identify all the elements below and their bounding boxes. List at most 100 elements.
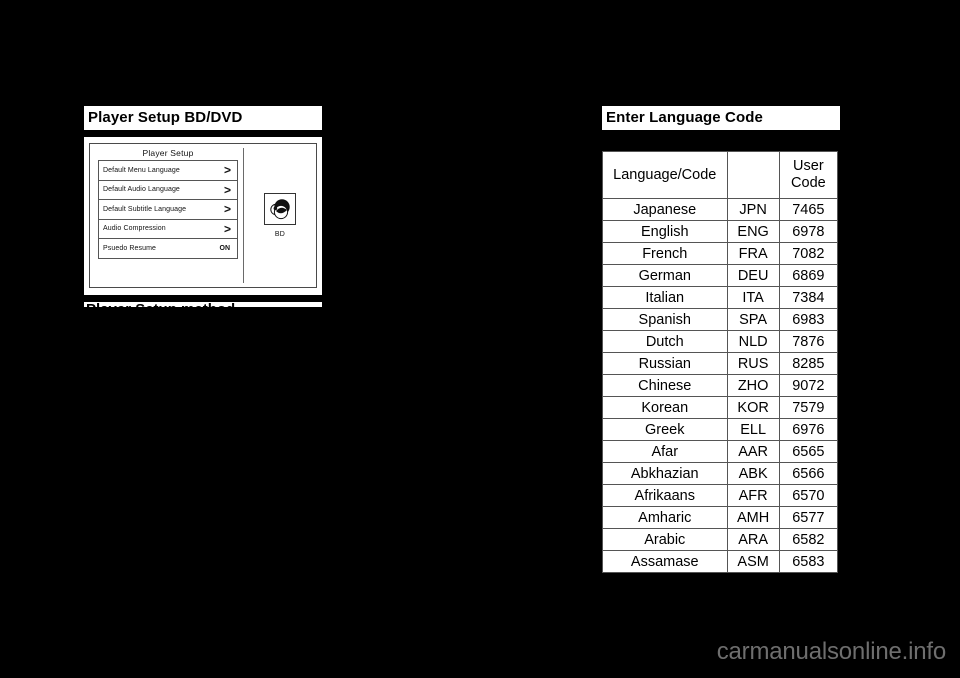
language-code-table: Language/Code User Code Japanese JPN 746… xyxy=(602,151,839,573)
cell-abbreviation: FRA xyxy=(726,242,780,265)
column-header-user-code: User Code xyxy=(778,151,839,199)
language-code-table-wrap: Language/Code User Code Japanese JPN 746… xyxy=(602,151,839,573)
chevron-right-icon: > xyxy=(223,163,231,178)
cell-user-code: 6978 xyxy=(778,220,839,243)
cell-abbreviation: ABK xyxy=(726,462,780,485)
table-row: Russian RUS 8285 xyxy=(602,352,839,375)
cell-abbreviation: ENG xyxy=(726,220,780,243)
cell-language: Greek xyxy=(602,418,728,441)
menu-item-label: Default Menu Language xyxy=(103,166,180,174)
chevron-right-icon: > xyxy=(223,182,231,197)
table-row: Korean KOR 7579 xyxy=(602,396,839,419)
cell-abbreviation: ARA xyxy=(726,528,780,551)
cell-user-code: 6577 xyxy=(778,506,839,529)
cell-user-code: 6582 xyxy=(778,528,839,551)
cell-abbreviation: ELL xyxy=(726,418,780,441)
table-row: German DEU 6869 xyxy=(602,264,839,287)
cell-user-code: 7876 xyxy=(778,330,839,353)
menu-item-default-menu-language[interactable]: Default Menu Language > xyxy=(99,161,237,181)
cell-user-code: 6570 xyxy=(778,484,839,507)
menu-item-label: Psuedo Resume xyxy=(103,244,157,252)
table-row: Chinese ZHO 9072 xyxy=(602,374,839,397)
player-setup-menu-title: Player Setup xyxy=(142,148,194,158)
table-row: Japanese JPN 7465 xyxy=(602,198,839,221)
cell-abbreviation: RUS xyxy=(726,352,780,375)
menu-item-label: Audio Compression xyxy=(103,225,166,233)
cell-abbreviation: ZHO xyxy=(726,374,780,397)
cell-language: Dutch xyxy=(602,330,728,353)
cell-language: Russian xyxy=(602,352,728,375)
bd-disc-icon xyxy=(264,193,296,225)
table-row: French FRA 7082 xyxy=(602,242,839,265)
cell-user-code: 6566 xyxy=(778,462,839,485)
cell-user-code: 7465 xyxy=(778,198,839,221)
cell-abbreviation: JPN xyxy=(726,198,780,221)
player-setup-menu-list: Default Menu Language > Default Audio La… xyxy=(98,160,238,259)
menu-item-default-subtitle-language[interactable]: Default Subtitle Language > xyxy=(99,200,237,220)
column-header-language: Language/Code xyxy=(602,151,728,199)
cell-user-code: 9072 xyxy=(778,374,839,397)
player-setup-section-header: Player Setup BD/DVD xyxy=(84,106,322,130)
cell-language: Arabic xyxy=(602,528,728,551)
cell-language: English xyxy=(602,220,728,243)
table-row: Arabic ARA 6582 xyxy=(602,528,839,551)
cell-language: Afrikaans xyxy=(602,484,728,507)
cell-user-code: 6869 xyxy=(778,264,839,287)
cell-language: Abkhazian xyxy=(602,462,728,485)
column-header-user-code-line2: Code xyxy=(791,175,826,191)
table-row: Spanish SPA 6983 xyxy=(602,308,839,331)
chevron-right-icon: > xyxy=(223,221,231,236)
cell-abbreviation: AFR xyxy=(726,484,780,507)
bd-disc-caption: BD xyxy=(274,231,286,238)
cell-language: Assamase xyxy=(602,550,728,573)
cell-abbreviation: ITA xyxy=(726,286,780,309)
table-row: Greek ELL 6976 xyxy=(602,418,839,441)
menu-item-value: ON xyxy=(219,244,231,252)
cell-language: Amharic xyxy=(602,506,728,529)
cell-abbreviation: DEU xyxy=(726,264,780,287)
table-header-row: Language/Code User Code xyxy=(602,151,839,199)
cell-language: Afar xyxy=(602,440,728,463)
cell-user-code: 6583 xyxy=(778,550,839,573)
table-row: Italian ITA 7384 xyxy=(602,286,839,309)
site-watermark: carmanualsonline.info xyxy=(716,638,946,665)
cell-abbreviation: ASM xyxy=(726,550,780,573)
menu-item-default-audio-language[interactable]: Default Audio Language > xyxy=(99,181,237,200)
cell-language: Chinese xyxy=(602,374,728,397)
player-setup-figure: Player Setup Default Menu Language > Def… xyxy=(84,137,322,307)
column-header-abbreviation xyxy=(726,151,780,199)
menu-item-label: Default Subtitle Language xyxy=(103,205,187,213)
table-row: Amharic AMH 6577 xyxy=(602,506,839,529)
player-setup-menu-pane: Player Setup Default Menu Language > Def… xyxy=(90,144,244,287)
cell-abbreviation: KOR xyxy=(726,396,780,419)
cell-abbreviation: AAR xyxy=(726,440,780,463)
clipped-next-heading-text: Player Setup method xyxy=(84,302,322,307)
table-row: Afrikaans AFR 6570 xyxy=(602,484,839,507)
clipped-next-heading: Player Setup method xyxy=(84,302,322,307)
table-row: Dutch NLD 7876 xyxy=(602,330,839,353)
table-row: Afar AAR 6565 xyxy=(602,440,839,463)
cell-user-code: 6983 xyxy=(778,308,839,331)
chevron-right-icon: > xyxy=(223,202,231,217)
cell-language: Korean xyxy=(602,396,728,419)
table-row: English ENG 6978 xyxy=(602,220,839,243)
cell-abbreviation: SPA xyxy=(726,308,780,331)
cell-user-code: 7579 xyxy=(778,396,839,419)
table-row: Abkhazian ABK 6566 xyxy=(602,462,839,485)
column-header-user-code-line1: User xyxy=(793,158,824,174)
cell-language: German xyxy=(602,264,728,287)
cell-abbreviation: AMH xyxy=(726,506,780,529)
player-setup-section: Player Setup BD/DVD Player Setup Default… xyxy=(84,106,322,307)
menu-item-psuedo-resume[interactable]: Psuedo Resume ON xyxy=(99,239,237,259)
cell-language: Japanese xyxy=(602,198,728,221)
cell-user-code: 7384 xyxy=(778,286,839,309)
cell-user-code: 6565 xyxy=(778,440,839,463)
cell-language: French xyxy=(602,242,728,265)
cell-user-code: 7082 xyxy=(778,242,839,265)
menu-item-audio-compression[interactable]: Audio Compression > xyxy=(99,220,237,239)
menu-item-label: Default Audio Language xyxy=(103,186,180,194)
language-code-section-header: Enter Language Code xyxy=(602,106,840,130)
language-code-section: Enter Language Code Language/Code User C… xyxy=(602,106,840,573)
table-row: Assamase ASM 6583 xyxy=(602,550,839,573)
cell-abbreviation: NLD xyxy=(726,330,780,353)
